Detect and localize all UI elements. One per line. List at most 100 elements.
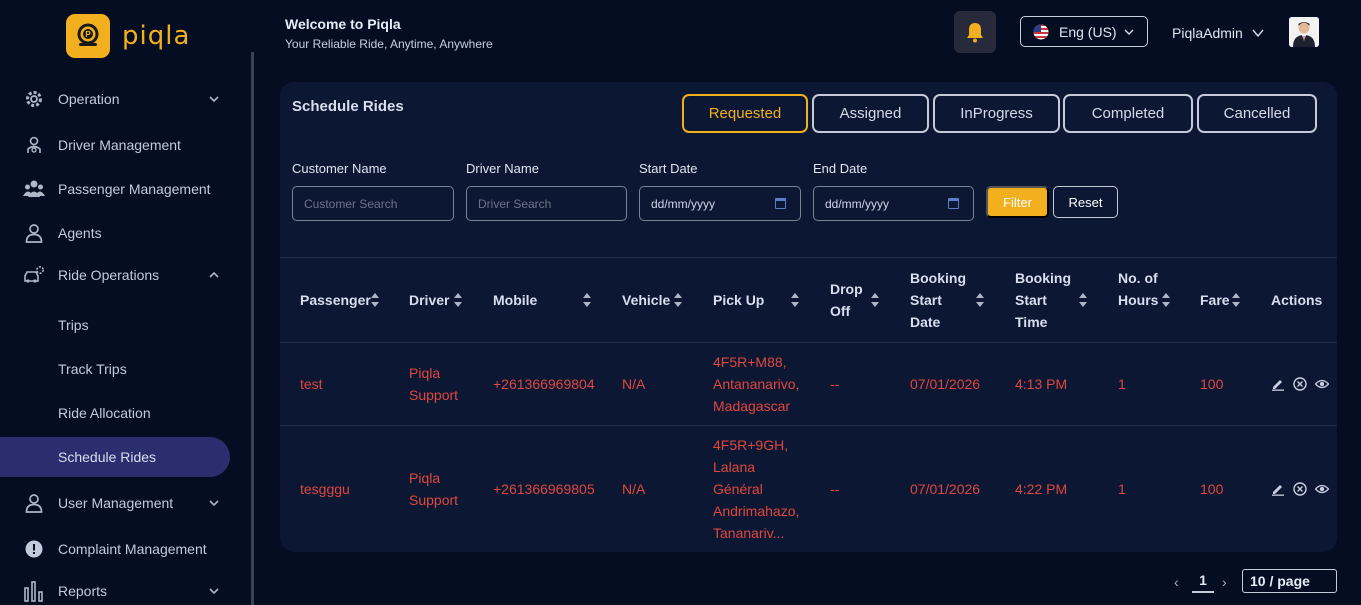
pagination-next-button[interactable]: ›: [1222, 574, 1227, 590]
cell-dropoff: --: [830, 481, 840, 497]
column-header-dropoff[interactable]: Drop Off: [830, 278, 870, 322]
sort-icon[interactable]: [1161, 292, 1171, 308]
page-title: Schedule Rides: [292, 98, 404, 115]
sidebar-item-label: Ride Operations: [58, 267, 160, 283]
sort-icon[interactable]: [870, 292, 880, 308]
sidebar-item-label: Track Trips: [58, 361, 127, 377]
view-icon[interactable]: [1315, 482, 1329, 496]
cell-time: 4:22 PM: [1015, 481, 1068, 497]
sort-icon[interactable]: [370, 292, 380, 308]
cell-hours: 1: [1118, 481, 1126, 497]
sidebar-scrollbar[interactable]: [251, 52, 254, 605]
sidebar-item-label: Operation: [58, 91, 120, 107]
sidebar-item-label: Agents: [58, 225, 102, 241]
end-date-value: dd/mm/yyyy: [825, 196, 890, 211]
driver-name-label: Driver Name: [466, 161, 539, 176]
sort-icon[interactable]: [582, 292, 592, 308]
sidebar: P piqla Operation Driver Management Pass…: [0, 0, 252, 605]
app-logo[interactable]: P piqla: [66, 14, 190, 58]
cell-pickup: 4F5R+M88, Antananarivo, Madagascar: [713, 354, 800, 414]
tab-inprogress[interactable]: InProgress: [933, 94, 1060, 133]
column-header-hours[interactable]: No. of Hours: [1118, 267, 1158, 311]
notification-button[interactable]: [954, 11, 996, 53]
sidebar-item-label: Reports: [58, 583, 108, 599]
cell-fare: 100: [1200, 376, 1224, 392]
sidebar-item-ride-allocation[interactable]: Ride Allocation: [0, 393, 230, 433]
start-date-label: Start Date: [639, 161, 698, 176]
column-header-fare[interactable]: Fare: [1200, 289, 1230, 311]
chevron-down-icon: [209, 96, 219, 103]
sidebar-item-trips[interactable]: Trips: [0, 305, 230, 345]
chevron-down-icon: [209, 500, 219, 507]
sort-icon[interactable]: [673, 292, 683, 308]
edit-icon[interactable]: [1271, 482, 1285, 496]
sidebar-item-track-trips[interactable]: Track Trips: [0, 349, 230, 389]
alert-icon: [23, 538, 45, 560]
cell-date: 07/01/2026: [910, 481, 981, 497]
sort-icon[interactable]: [1078, 292, 1088, 308]
table-row: test Piqla Support +261366969804 N/A 4F5…: [280, 343, 1337, 426]
cell-vehicle: N/A: [622, 376, 646, 392]
cell-passenger: tesgggu: [300, 481, 350, 497]
tab-cancelled[interactable]: Cancelled: [1197, 94, 1317, 133]
welcome-tagline: Your Reliable Ride, Anytime, Anywhere: [285, 37, 493, 51]
sidebar-item-schedule-rides[interactable]: Schedule Rides: [0, 437, 230, 477]
driver-icon: [23, 134, 45, 156]
pagination-prev-button[interactable]: ‹: [1174, 574, 1179, 590]
end-date-input[interactable]: dd/mm/yyyy: [813, 186, 974, 221]
column-header-booking-start-time[interactable]: Booking Start Time: [1015, 267, 1077, 333]
reset-button[interactable]: Reset: [1053, 186, 1118, 218]
sidebar-item-label: Passenger Management: [58, 181, 211, 197]
sidebar-item-operation[interactable]: Operation: [0, 79, 232, 119]
tab-requested[interactable]: Requested: [682, 94, 808, 133]
column-header-driver[interactable]: Driver: [409, 289, 449, 311]
customer-search-input[interactable]: Customer Search: [292, 186, 454, 221]
users-icon: [23, 178, 45, 200]
gear-icon: [23, 88, 45, 110]
chevron-down-icon[interactable]: [1252, 27, 1264, 39]
sidebar-item-complaint-management[interactable]: Complaint Management: [0, 529, 232, 569]
column-header-mobile[interactable]: Mobile: [493, 289, 537, 311]
sidebar-item-label: Trips: [58, 317, 89, 333]
avatar[interactable]: [1289, 17, 1319, 47]
sidebar-item-label: User Management: [58, 495, 174, 511]
calendar-icon[interactable]: [948, 198, 959, 209]
filter-button[interactable]: Filter: [986, 186, 1049, 218]
sidebar-item-reports[interactable]: Reports: [0, 571, 232, 605]
column-header-booking-start-date[interactable]: Booking Start Date: [910, 267, 970, 333]
person-icon: [23, 492, 45, 514]
tab-assigned[interactable]: Assigned: [812, 94, 929, 133]
svg-text:P: P: [85, 30, 91, 39]
start-date-input[interactable]: dd/mm/yyyy: [639, 186, 801, 221]
cell-driver: Piqla Support: [409, 365, 459, 403]
chevron-down-icon: [209, 588, 219, 595]
cell-pickup: 4F5R+9GH, Lalana Général Andrimahazo, Ta…: [713, 437, 800, 541]
column-header-vehicle[interactable]: Vehicle: [622, 289, 670, 311]
tab-completed[interactable]: Completed: [1063, 94, 1193, 133]
sort-icon[interactable]: [975, 292, 985, 308]
sidebar-item-driver-management[interactable]: Driver Management: [0, 125, 232, 165]
sidebar-item-ride-operations[interactable]: Ride Operations: [0, 255, 232, 295]
column-header-passenger[interactable]: Passenger: [300, 289, 371, 311]
column-header-pickup[interactable]: Pick Up: [713, 289, 764, 311]
sidebar-item-user-management[interactable]: User Management: [0, 483, 232, 523]
sort-icon[interactable]: [1231, 292, 1241, 308]
user-menu-name[interactable]: PiqlaAdmin: [1172, 25, 1243, 41]
row-actions: [1271, 482, 1329, 496]
cancel-icon[interactable]: [1293, 482, 1307, 496]
sidebar-item-passenger-management[interactable]: Passenger Management: [0, 169, 232, 209]
sort-icon[interactable]: [453, 292, 463, 308]
bell-icon: [967, 23, 983, 43]
sort-icon[interactable]: [790, 292, 800, 308]
sidebar-item-agents[interactable]: Agents: [0, 213, 232, 253]
pagination-page-1[interactable]: 1: [1192, 571, 1214, 593]
cell-time: 4:13 PM: [1015, 376, 1068, 392]
page-size-select[interactable]: 10 / page: [1242, 569, 1337, 593]
view-icon[interactable]: [1315, 377, 1329, 391]
calendar-icon[interactable]: [775, 198, 786, 209]
driver-search-input[interactable]: Driver Search: [466, 186, 627, 221]
cell-vehicle: N/A: [622, 481, 646, 497]
cancel-icon[interactable]: [1293, 377, 1307, 391]
edit-icon[interactable]: [1271, 377, 1285, 391]
language-select[interactable]: Eng (US): [1020, 16, 1148, 47]
